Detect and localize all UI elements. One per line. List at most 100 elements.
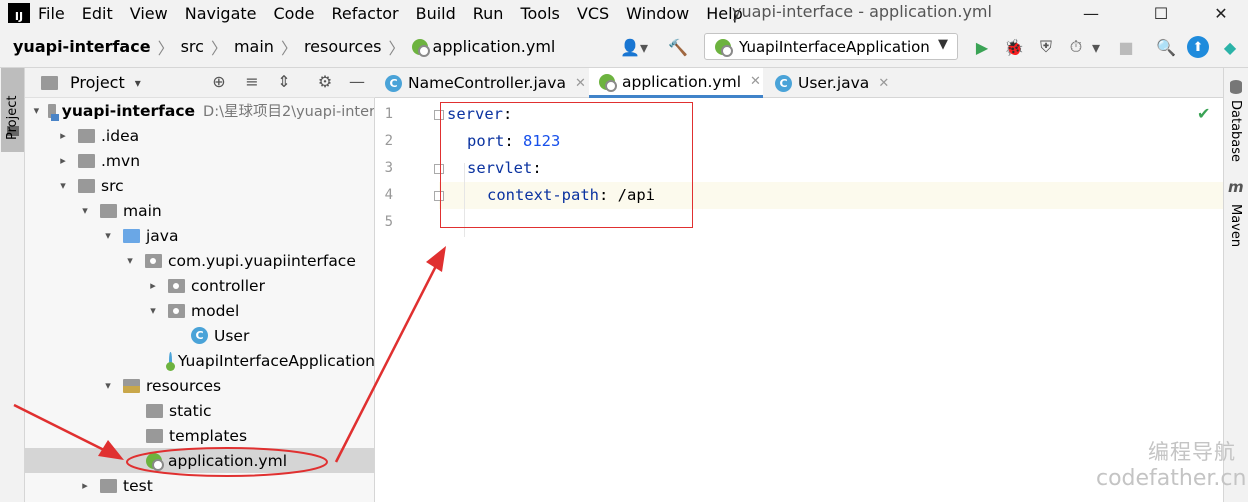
project-tree: ▾ yuapi-interface D:\星球项目2\yuapi-inter ▸… bbox=[25, 98, 375, 502]
tab-application-yml[interactable]: application.yml ✕ bbox=[589, 68, 763, 98]
tab-label: application.yml bbox=[622, 72, 742, 91]
tree-item-idea[interactable]: ▸ .idea bbox=[25, 123, 374, 148]
source-folder-icon bbox=[123, 228, 140, 243]
editor-tab-bar: C NameController.java ✕ application.yml … bbox=[375, 68, 1223, 98]
run-icon[interactable]: ▶ bbox=[970, 33, 994, 61]
tree-item-application-class[interactable]: YuapiInterfaceApplication bbox=[25, 348, 374, 373]
spring-boot-class-icon bbox=[166, 352, 175, 371]
tree-item-templates[interactable]: templates bbox=[25, 423, 374, 448]
tab-name-controller[interactable]: C NameController.java ✕ bbox=[375, 68, 587, 98]
tab-user-java[interactable]: C User.java ✕ bbox=[765, 68, 890, 98]
gear-icon[interactable]: ⚙ bbox=[314, 72, 336, 91]
chevron-down-icon[interactable]: ▾ bbox=[123, 254, 137, 267]
chevron-down-icon[interactable]: ▾ bbox=[135, 76, 141, 90]
chevron-down-icon[interactable]: ▾ bbox=[56, 179, 70, 192]
run-configuration-select[interactable]: YuapiInterfaceApplication ▼ bbox=[704, 33, 958, 60]
menu-edit[interactable]: Edit bbox=[82, 4, 113, 23]
maven-tool-tab[interactable]: Maven bbox=[1228, 204, 1243, 247]
breadcrumb-project[interactable]: yuapi-interface bbox=[13, 37, 151, 56]
tree-item-test[interactable]: ▸ test bbox=[25, 473, 374, 498]
tree-item-package-root[interactable]: ▾ com.yupi.yuapiinterface bbox=[25, 248, 374, 273]
close-icon[interactable]: ✕ bbox=[575, 76, 586, 91]
tree-item-label: java bbox=[146, 226, 179, 245]
close-window-button[interactable]: ✕ bbox=[1198, 0, 1244, 26]
chevron-down-icon[interactable]: ▾ bbox=[101, 379, 115, 392]
chevron-right-icon[interactable]: ▸ bbox=[56, 129, 70, 142]
project-tool-tab[interactable]: Project bbox=[1, 68, 24, 152]
tree-item-label: static bbox=[169, 401, 212, 420]
tree-item-label: templates bbox=[169, 426, 248, 445]
debug-icon[interactable]: 🐞 bbox=[1002, 33, 1026, 61]
menu-tools[interactable]: Tools bbox=[520, 4, 559, 23]
search-icon[interactable]: 🔍 bbox=[1154, 33, 1178, 61]
class-icon: C bbox=[775, 74, 792, 92]
tree-item-label: model bbox=[191, 301, 240, 320]
tree-item-mvn[interactable]: ▸ .mvn bbox=[25, 148, 374, 173]
tree-item-resources[interactable]: ▾ resources bbox=[25, 373, 374, 398]
hide-panel-icon[interactable]: — bbox=[346, 72, 368, 91]
menu-navigate[interactable]: Navigate bbox=[185, 4, 257, 23]
locate-file-icon[interactable]: ⊕ bbox=[208, 72, 230, 91]
spring-boot-icon bbox=[715, 38, 733, 57]
chevron-down-icon[interactable]: ▾ bbox=[78, 204, 92, 217]
update-icon[interactable]: ⬆ bbox=[1186, 33, 1210, 61]
chevron-down-icon[interactable]: ▾ bbox=[33, 104, 40, 117]
close-icon[interactable]: ✕ bbox=[878, 76, 889, 91]
no-problems-check-icon[interactable]: ✔ bbox=[1197, 104, 1210, 123]
menu-vcs[interactable]: VCS bbox=[577, 4, 609, 23]
breadcrumb-file[interactable]: application.yml bbox=[411, 37, 555, 57]
breadcrumb-resources[interactable]: resources bbox=[304, 37, 382, 56]
tree-item-label: src bbox=[101, 176, 124, 195]
profile-icon[interactable]: ⏱ bbox=[1064, 33, 1088, 61]
watermark-title: 编程导航 bbox=[1148, 440, 1236, 464]
maximize-button[interactable]: ☐ bbox=[1138, 0, 1184, 26]
tree-item-user[interactable]: C User bbox=[25, 323, 374, 348]
chevron-right-icon[interactable]: ▸ bbox=[56, 154, 70, 167]
chevron-right-icon[interactable]: ▸ bbox=[146, 279, 160, 292]
breadcrumb-main[interactable]: main bbox=[234, 37, 274, 56]
folder-icon bbox=[78, 153, 95, 168]
menu-view[interactable]: View bbox=[130, 4, 168, 23]
tree-item-src[interactable]: ▾ src bbox=[25, 173, 374, 198]
project-path-hint: D:\星球项目2\yuapi-inter bbox=[203, 104, 375, 120]
maven-icon[interactable]: m bbox=[1228, 178, 1244, 196]
user-icon[interactable]: 👤▾ bbox=[618, 33, 650, 61]
breadcrumb-src[interactable]: src bbox=[181, 37, 204, 56]
editor-gutter: 1 2 3 4 5 bbox=[375, 98, 444, 502]
intellij-logo-icon[interactable]: IJ bbox=[8, 3, 30, 23]
expand-all-icon[interactable]: ≡ bbox=[241, 72, 263, 91]
tree-item-java[interactable]: ▾ java bbox=[25, 223, 374, 248]
database-tool-tab[interactable]: Database bbox=[1228, 100, 1243, 162]
spring-yml-icon bbox=[411, 38, 430, 57]
spring-yml-icon bbox=[599, 73, 617, 92]
database-icon[interactable] bbox=[1230, 80, 1242, 94]
annotation-highlight-box bbox=[440, 102, 693, 228]
tree-item-application-yml[interactable]: application.yml bbox=[25, 448, 374, 473]
minimize-button[interactable]: — bbox=[1068, 0, 1114, 26]
tree-item-main[interactable]: ▾ main bbox=[25, 198, 374, 223]
coverage-icon[interactable]: ⛨ bbox=[1034, 33, 1058, 61]
tree-item-controller[interactable]: ▸ controller bbox=[25, 273, 374, 298]
toolbox-icon[interactable]: ◆ bbox=[1218, 33, 1242, 61]
stop-icon[interactable]: ■ bbox=[1114, 33, 1138, 61]
tree-item-static[interactable]: static bbox=[25, 398, 374, 423]
chevron-right-icon[interactable]: ▸ bbox=[78, 479, 92, 492]
menu-refactor[interactable]: Refactor bbox=[331, 4, 398, 23]
menu-run[interactable]: Run bbox=[473, 4, 504, 23]
folder-icon bbox=[100, 203, 117, 218]
menu-build[interactable]: Build bbox=[416, 4, 456, 23]
menu-code[interactable]: Code bbox=[274, 4, 315, 23]
hammer-icon[interactable]: 🔨 bbox=[666, 33, 690, 61]
update-glyph: ⬆ bbox=[1187, 36, 1209, 58]
tree-item-label: User bbox=[214, 326, 250, 345]
tree-item-model[interactable]: ▾ model bbox=[25, 298, 374, 323]
chevron-down-icon[interactable]: ▾ bbox=[101, 229, 115, 242]
chevron-down-icon[interactable]: ▾ bbox=[146, 304, 160, 317]
menu-window[interactable]: Window bbox=[626, 4, 689, 23]
run-more-chevron-icon[interactable]: ▾ bbox=[1088, 33, 1104, 61]
collapse-all-icon[interactable]: ⇕ bbox=[273, 72, 295, 91]
tree-item-yuapi-interface[interactable]: ▾ yuapi-interface D:\星球项目2\yuapi-inter bbox=[25, 98, 375, 123]
close-icon[interactable]: ✕ bbox=[750, 74, 761, 89]
menu-file[interactable]: File bbox=[38, 4, 65, 23]
project-panel-title[interactable]: Project bbox=[70, 73, 125, 92]
